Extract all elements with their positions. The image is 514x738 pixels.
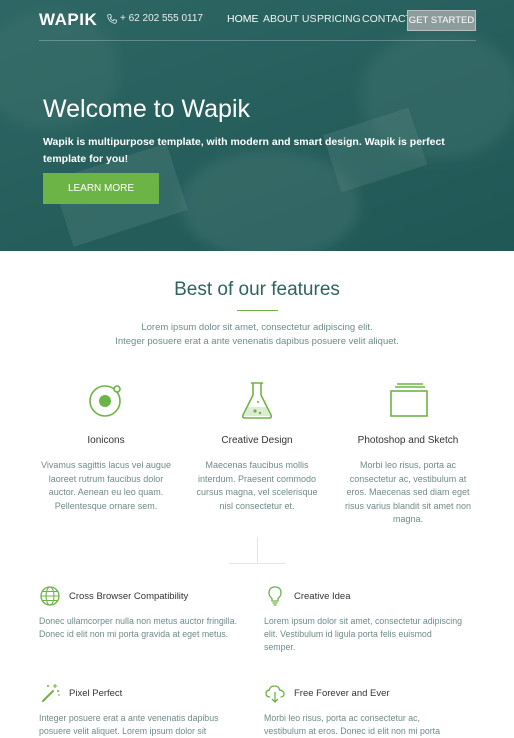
feature-row-title: Cross Browser Compatibility [69,590,189,602]
feature-row-free-forever: Free Forever and Ever Morbi leo risus, p… [264,682,464,738]
feature-row-title: Pixel Perfect [69,687,123,699]
feature-row-text: Morbi leo risus, porta ac consectetur ac… [264,713,441,736]
feature-row-title: Creative Idea [294,590,351,602]
nav-divider [39,40,476,41]
feature-title: Photoshop and Sketch [357,435,459,446]
flask-icon [241,382,273,419]
title-underline [237,310,278,311]
feature-column-photoshop-sketch: Photoshop and Sketch Morbi leo risus, po… [343,380,473,527]
feature-row-cross-browser: Cross Browser Compatibility Donec ullamc… [39,585,239,641]
features-subtitle: Lorem ipsum dolor sit amet, consectetur … [0,321,514,349]
hero-section: WAPIK + 62 202 555 0117 HOME ABOUT US PR… [0,0,514,251]
ionicons-icon [89,385,121,417]
hero-title: Welcome to Wapik [43,95,251,123]
section-divider [229,563,286,564]
magic-wand-icon [42,684,60,702]
feature-row-text: Donec ullamcorper nulla non metus auctor… [39,616,238,639]
feature-row-creative-idea: Creative Idea Lorem ipsum dolor sit amet… [264,585,464,654]
feature-text: Morbi leo risus, porta ac consectetur ac… [344,460,472,524]
phone-icon [107,13,117,24]
feature-column-ionicons: Ionicons Vivamus sagittis lacus vel augu… [41,380,171,513]
nav-link-home[interactable]: HOME [227,13,259,25]
phone-number: + 62 202 555 0117 [107,13,203,24]
feature-row-title: Free Forever and Ever [294,687,390,699]
top-navbar: WAPIK + 62 202 555 0117 HOME ABOUT US PR… [0,0,514,40]
nav-link-about[interactable]: ABOUT US [263,13,316,25]
globe-icon [40,586,60,606]
layers-icon [390,383,428,417]
feature-text: Vivamus sagittis lacus vel augue laoreet… [41,460,171,511]
features-title: Best of our features [174,279,340,300]
get-started-button[interactable]: GET STARTED [407,10,476,31]
cloud-download-icon [265,685,285,703]
feature-title: Ionicons [87,435,125,446]
features-subtitle-line: Lorem ipsum dolor sit amet, consectetur … [141,322,373,333]
logo[interactable]: WAPIK [39,10,97,30]
feature-row-text: Integer posuere erat a ante venenatis da… [39,713,219,736]
lightbulb-icon [268,586,282,606]
feature-title: Creative Design [221,435,293,446]
feature-row-pixel-perfect: Pixel Perfect Integer posuere erat a ant… [39,682,239,738]
feature-row-text: Lorem ipsum dolor sit amet, consectetur … [264,616,463,652]
nav-link-contact[interactable]: CONTACT [362,13,412,25]
section-divider [257,537,258,563]
hero-description: Wapik is multipurpose template, with mod… [43,136,445,165]
learn-more-button[interactable]: LEARN MORE [43,173,159,204]
feature-column-creative-design: Creative Design Maecenas faucibus mollis… [192,380,322,513]
phone-text: + 62 202 555 0117 [120,13,203,24]
nav-link-pricing[interactable]: PRICING [317,13,361,25]
features-subtitle-line: Integer posuere erat a ante venenatis da… [115,336,399,347]
feature-text: Maecenas faucibus mollis interdum. Praes… [196,460,318,511]
